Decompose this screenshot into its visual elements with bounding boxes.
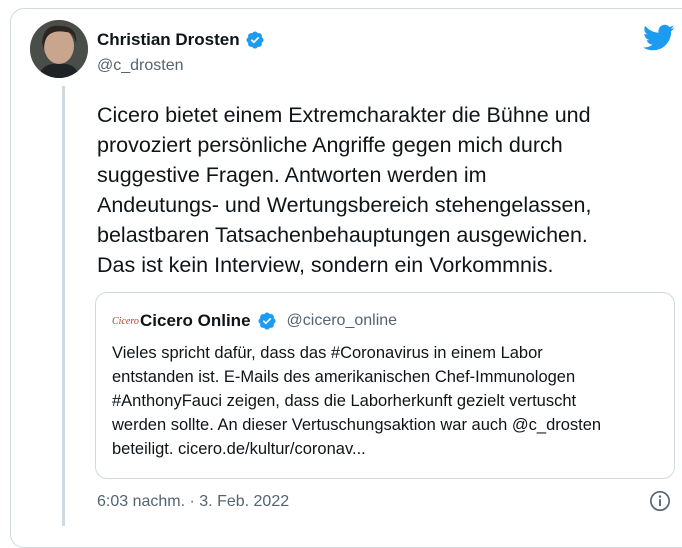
quoted-avatar-logo: Cicero [112, 315, 139, 327]
verified-badge-icon [257, 311, 277, 331]
quoted-author-name[interactable]: Cicero Online [140, 311, 251, 331]
author-name[interactable]: Christian Drosten [97, 30, 265, 50]
info-icon[interactable] [649, 490, 671, 512]
thread-line [62, 86, 65, 526]
verified-badge-icon [245, 30, 265, 50]
author-handle[interactable]: @c_drosten [97, 57, 184, 75]
quoted-tweet[interactable]: Cicero Cicero Online @cicero_online Viel… [95, 292, 675, 479]
quoted-tweet-text: Vieles spricht dafür, dass das #Coronavi… [112, 344, 602, 458]
quoted-author-handle[interactable]: @cicero_online [287, 312, 398, 330]
tweet-text: Cicero bietet einem Extremcharakter die … [97, 103, 592, 277]
quoted-tweet-header: Cicero Cicero Online @cicero_online [112, 311, 397, 331]
twitter-bird-icon[interactable] [643, 24, 675, 52]
tweet-timestamp[interactable]: 6:03 nachm. · 3. Feb. 2022 [97, 493, 289, 511]
author-name-text: Christian Drosten [97, 30, 240, 49]
author-avatar[interactable] [30, 20, 88, 78]
